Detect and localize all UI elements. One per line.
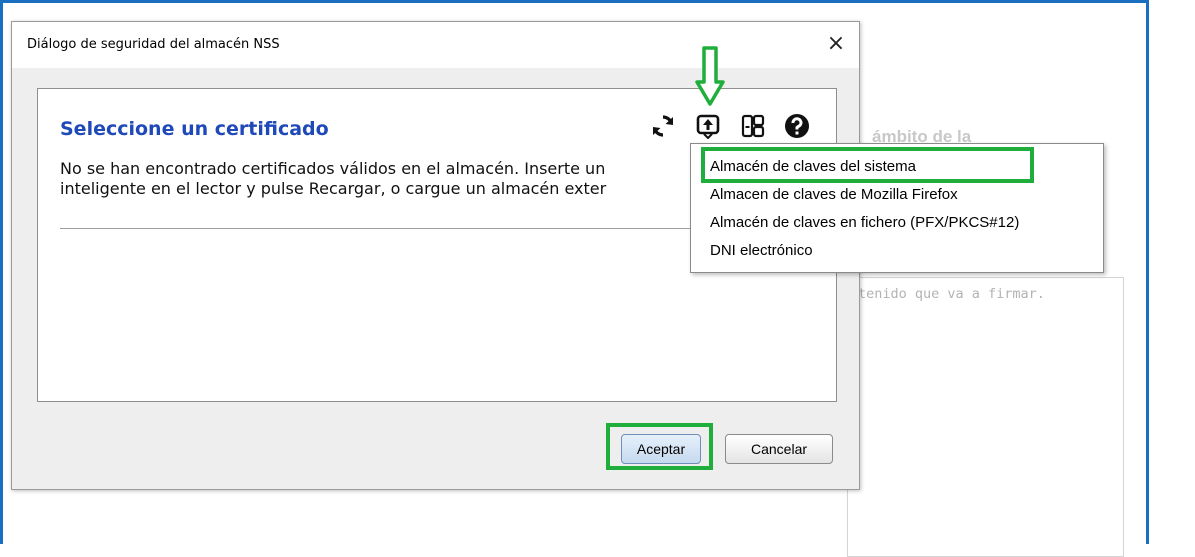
certificate-details-icon[interactable] [740, 113, 766, 139]
dialog-titlebar: Diálogo de seguridad del almacén NSS × [12, 22, 859, 68]
message-line-1: No se han encontrado certificados válido… [60, 159, 606, 178]
store-menu: Almacén de claves del sistema Almacen de… [690, 143, 1104, 273]
menu-item-dnie[interactable]: DNI electrónico [710, 242, 813, 259]
panel-heading: Seleccione un certificado [60, 118, 329, 140]
arrow-down-icon [695, 46, 725, 106]
dialog-title: Diálogo de seguridad del almacén NSS [27, 37, 280, 52]
content-textarea[interactable] [847, 277, 1124, 557]
help-icon[interactable] [784, 113, 810, 139]
open-store-icon[interactable] [695, 113, 721, 139]
menu-item-pkcs12-file[interactable]: Almacén de claves en fichero (PFX/PKCS#1… [710, 214, 1019, 231]
accept-button[interactable]: Aceptar [621, 434, 701, 464]
textarea-placeholder: tenido que va a firmar. [858, 286, 1045, 302]
menu-item-system-store[interactable]: Almacén de claves del sistema [710, 158, 916, 175]
close-button[interactable]: × [821, 30, 851, 58]
cancel-button[interactable]: Cancelar [725, 434, 833, 464]
message-line-2: inteligente en el lector y pulse Recarga… [60, 179, 607, 198]
refresh-icon[interactable] [650, 113, 676, 139]
menu-item-firefox-store[interactable]: Almacen de claves de Mozilla Firefox [710, 186, 958, 203]
no-certificates-message: No se han encontrado certificados válido… [60, 159, 700, 199]
